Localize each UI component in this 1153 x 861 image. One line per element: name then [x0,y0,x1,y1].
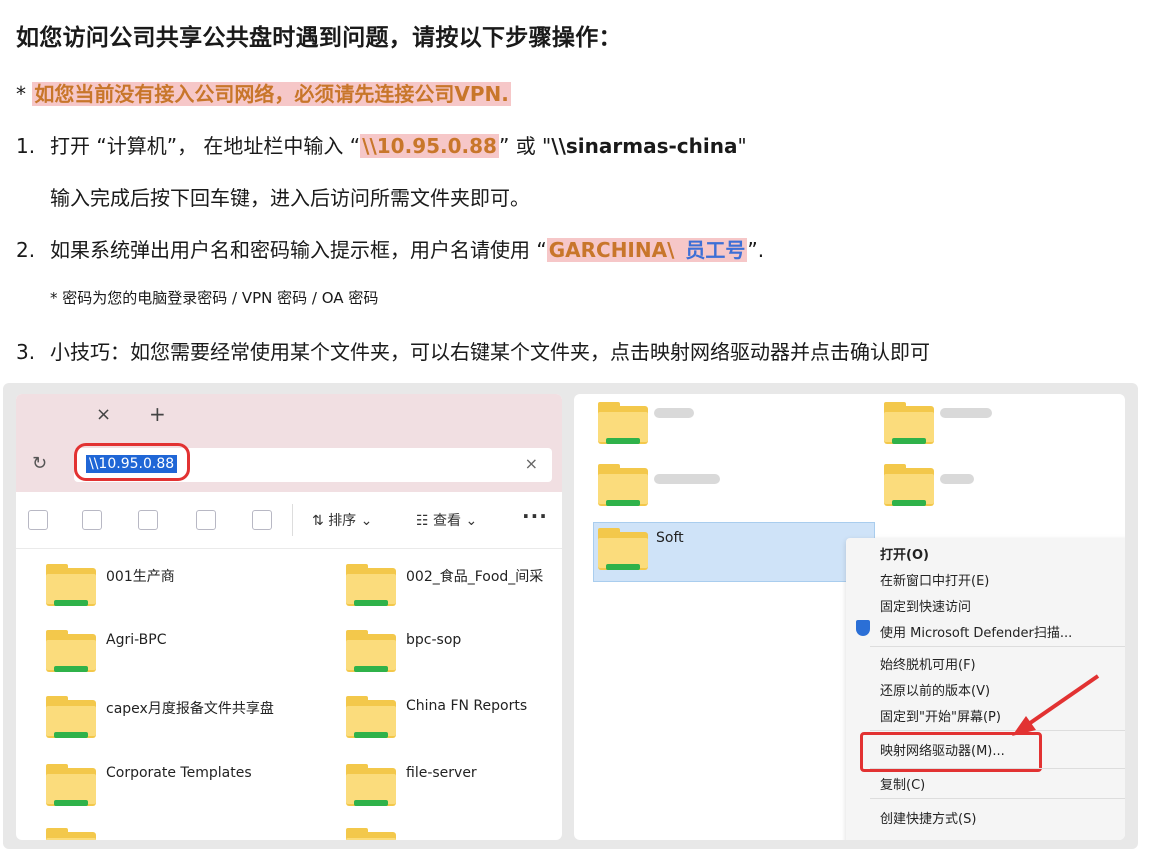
menu-defender-scan[interactable]: 使用 Microsoft Defender扫描... [880,622,1072,641]
menu-divider [870,768,1125,769]
toolbar-divider [292,504,293,536]
rename-icon[interactable] [138,510,158,530]
view-label: 查看 [433,513,462,529]
folder-icon[interactable] [46,630,96,674]
sort-label: 排序 [328,513,357,529]
folder-name[interactable]: 001生产商 [106,566,175,586]
folder-name[interactable]: capex月度报备文件共享盘 [106,698,274,718]
view-button[interactable]: ☷ 查看 ⌄ [416,510,477,530]
note-prefix: * [16,82,33,106]
selected-folder-name[interactable]: Soft [656,530,684,546]
folder-icon[interactable] [46,696,96,740]
context-menu-screenshot: Soft 打开(O) 在新窗口中打开(E) 固定到快速访问 使用 Microso… [574,394,1125,840]
step-1-or: ” 或 " [498,134,552,158]
folder-icon[interactable] [46,564,96,608]
clear-address-icon[interactable]: × [525,454,538,473]
folder-name[interactable]: China FN Reports [406,698,527,714]
paste-icon[interactable] [82,510,102,530]
menu-pin-start[interactable]: 固定到"开始"屏幕(P) [880,706,1001,725]
blurred-folder-name [940,408,992,418]
folder-name[interactable]: Corporate Templates [106,765,252,781]
menu-divider [870,646,1125,647]
step-number: 2. [16,238,36,262]
step-3: 3. 小技巧：如您需要经常使用某个文件夹，可以右键某个文件夹，点击映射网络驱动器并… [16,336,930,365]
folder-icon[interactable] [884,402,934,446]
step-2-text: 如果系统弹出用户名和密码输入提示框，用户名请使用 “ [50,238,547,262]
menu-copy[interactable]: 复制(C) [880,774,925,793]
refresh-icon[interactable]: ↻ [32,453,47,474]
step-2: 2. 如果系统弹出用户名和密码输入提示框，用户名请使用 “GARCHINA\ 员工… [16,234,764,263]
page-title: 如您访问公司共享公共盘时遇到问题，请按以下步骤操作： [16,25,622,51]
folder-name[interactable]: bpc-sop [406,632,461,648]
menu-open[interactable]: 打开(O) [880,544,929,563]
step-1-quote: " [737,134,747,158]
folder-icon[interactable] [598,402,648,446]
copy-icon[interactable] [28,510,48,530]
folder-icon[interactable] [884,464,934,508]
sort-button[interactable]: ⇅ 排序 ⌄ [312,510,372,530]
hostname: \\sinarmas-china [551,134,738,158]
blurred-folder-name [654,474,720,484]
folder-icon[interactable] [346,828,396,840]
folder-name[interactable]: file-server [406,765,477,781]
close-tab-icon[interactable]: × [96,404,111,425]
new-tab-icon[interactable]: + [149,402,166,426]
folder-icon[interactable] [346,564,396,608]
employee-id: 员工号 [676,238,748,262]
step-3-text: 小技巧：如您需要经常使用某个文件夹，可以右键某个文件夹，点击映射网络驱动器并点击… [50,340,930,364]
menu-always-offline[interactable]: 始终脱机可用(F) [880,654,976,673]
menu-restore-versions[interactable]: 还原以前的版本(V) [880,680,990,699]
ip-address: \\10.95.0.88 [360,134,499,158]
vpn-note: * 如您当前没有接入公司网络，必须请先连接公司VPN. [16,78,511,107]
share-icon[interactable] [196,510,216,530]
step-1-line2: 输入完成后按下回车键，进入后访问所需文件夹即可。 [50,186,530,210]
red-arrow-icon [1012,674,1100,736]
step-1-text: 打开 “计算机”， 在地址栏中输入 “ [50,134,361,158]
delete-icon[interactable] [252,510,272,530]
more-options-icon[interactable]: ··· [522,504,548,528]
folder-icon[interactable] [46,828,96,840]
blurred-folder-name [940,474,974,484]
step-2-end: ”. [747,238,765,262]
menu-open-new-window[interactable]: 在新窗口中打开(E) [880,570,989,589]
folder-icon[interactable] [346,696,396,740]
defender-shield-icon [856,620,870,636]
menu-divider [870,798,1125,799]
folder-name[interactable]: 002_食品_Food_间采 [406,566,543,586]
step-number: 1. [16,134,36,158]
folder-name[interactable]: Agri-BPC [106,632,166,648]
folder-icon[interactable] [346,630,396,674]
folder-icon[interactable] [598,464,648,508]
folder-icon[interactable] [598,528,648,572]
tab-bar: × + [16,394,562,440]
folder-icon[interactable] [346,764,396,808]
address-row: ↻ \\10.95.0.88 × [16,440,562,492]
explorer-toolbar: ⇅ 排序 ⌄ ☷ 查看 ⌄ ··· [16,492,562,549]
address-highlight-ring [74,443,190,481]
menu-pin-quick-access[interactable]: 固定到快速访问 [880,596,971,615]
folder-icon[interactable] [46,764,96,808]
screenshots-frame: × + ↻ \\10.95.0.88 × ⇅ 排序 ⌄ ☷ 查看 ⌄ ··· 0… [3,383,1138,849]
menu-create-shortcut[interactable]: 创建快捷方式(S) [880,808,976,827]
step-number: 3. [16,340,36,364]
blurred-folder-name [654,408,694,418]
domain-prefix: GARCHINA\ [546,238,677,262]
file-explorer-screenshot: × + ↻ \\10.95.0.88 × ⇅ 排序 ⌄ ☷ 查看 ⌄ ··· 0… [16,394,562,840]
vpn-note-text: 如您当前没有接入公司网络，必须请先连接公司VPN. [32,82,511,106]
password-note: * 密码为您的电脑登录密码 / VPN 密码 / OA 密码 [50,289,379,307]
step-1: 1. 打开 “计算机”， 在地址栏中输入 “\\10.95.0.88” 或 "\\… [16,130,747,159]
